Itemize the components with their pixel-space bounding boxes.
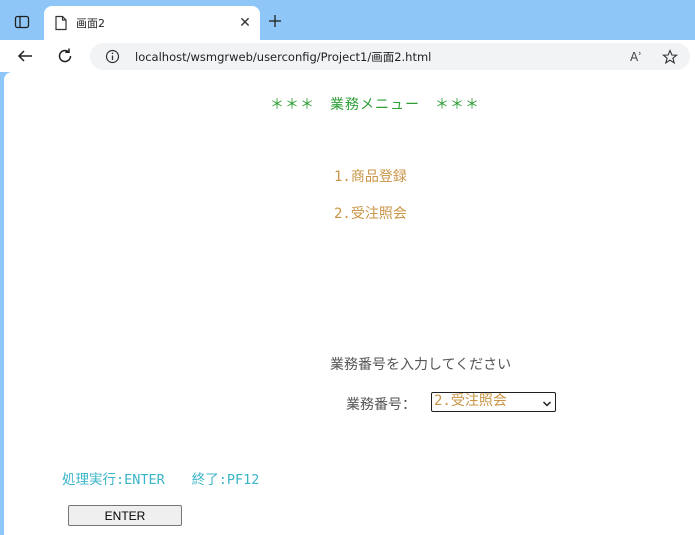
address-bar[interactable]: localhost/wsmgrweb/userconfig/Project1/画… — [90, 43, 690, 70]
page-viewport: ＊＊＊ 業務メニュー ＊＊＊ 1.商品登録 2.受注照会 業務番号を入力してくだ… — [4, 72, 695, 535]
reload-icon[interactable] — [53, 44, 77, 68]
browser-tab[interactable]: 画面2 ✕ — [44, 6, 260, 40]
page-favicon-icon — [54, 15, 68, 31]
site-info-icon[interactable] — [105, 49, 120, 64]
job-number-label: 業務番号： — [346, 397, 416, 413]
job-number-selected-value: 2.受注照会 — [434, 393, 507, 409]
tab-strip: 画面2 ✕ — [0, 0, 695, 40]
menu-title: ＊＊＊ 業務メニュー ＊＊＊ — [270, 97, 480, 113]
function-key-guide: 処理実行:ENTER 終了:PF12 — [62, 472, 260, 488]
tab-title: 画面2 — [76, 17, 105, 30]
close-tab-icon[interactable]: ✕ — [236, 14, 254, 32]
favorite-star-icon[interactable] — [660, 47, 680, 67]
back-arrow-icon[interactable] — [13, 44, 37, 68]
enter-button[interactable]: ENTER — [68, 505, 182, 526]
tab-actions-icon[interactable] — [8, 9, 36, 35]
browser-toolbar: localhost/wsmgrweb/userconfig/Project1/画… — [0, 40, 695, 72]
menu-item-product-registration[interactable]: 1.商品登録 — [334, 166, 407, 186]
read-aloud-icon[interactable]: Aʾ — [626, 47, 646, 67]
new-tab-icon[interactable] — [266, 12, 284, 30]
chevron-down-icon — [542, 397, 552, 407]
job-number-select[interactable]: 2.受注照会 — [431, 392, 556, 412]
input-prompt: 業務番号を入力してください — [330, 357, 512, 373]
url-text: localhost/wsmgrweb/userconfig/Project1/画… — [135, 50, 432, 64]
menu-item-order-inquiry[interactable]: 2.受注照会 — [334, 203, 407, 223]
